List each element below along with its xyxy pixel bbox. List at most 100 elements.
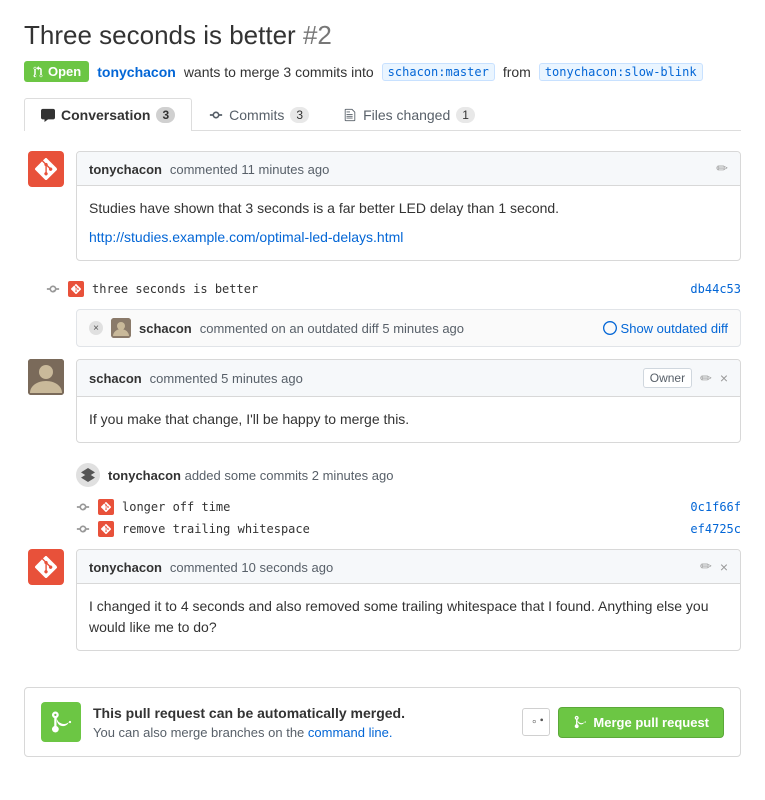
avatar-wrap-3 — [24, 549, 68, 585]
merge-dropdown-icon — [529, 715, 543, 729]
merge-actions: Merge pull request — [522, 707, 724, 738]
timeline: tonychacon commented 11 minutes ago ✏ St… — [24, 151, 741, 667]
comment-body-3: I changed it to 4 seconds and also remov… — [77, 584, 740, 650]
pr-meta-from: from — [503, 64, 531, 80]
edit-icon-2[interactable]: ✏ — [700, 370, 712, 387]
comment-time-2: commented 5 minutes ago — [150, 371, 303, 386]
close-icon-3[interactable]: × — [720, 559, 728, 575]
added-commit-sha-1[interactable]: 0c1f66f — [690, 500, 741, 514]
comment-box-3: tonychacon commented 10 seconds ago ✏ × … — [76, 549, 741, 651]
commit-icon-tab — [209, 108, 223, 122]
files-count: 1 — [456, 107, 475, 123]
comment-icon — [41, 108, 55, 122]
outdated-diff-icon — [603, 321, 617, 335]
comment-text-2: If you make that change, I'll be happy t… — [89, 409, 728, 430]
added-commit-row-2: remove trailing whitespace ef4725c — [76, 521, 741, 537]
comment-author-1[interactable]: tonychacon — [89, 162, 162, 177]
merge-subtitle: You can also merge branches on the comma… — [93, 725, 392, 740]
target-branch[interactable]: schacon:master — [382, 63, 495, 81]
commits-added-header: tonychacon added some commits 2 minutes … — [76, 463, 393, 487]
pr-meta: Open tonychacon wants to merge 3 commits… — [24, 61, 741, 82]
edit-icon-3[interactable]: ✏ — [700, 558, 712, 575]
merge-text: This pull request can be automatically m… — [93, 705, 510, 740]
avatar-schacon — [28, 359, 64, 395]
comment-header-3: tonychacon commented 10 seconds ago ✏ × — [77, 550, 740, 584]
stack-icon — [81, 468, 95, 482]
git-diamond-1 — [71, 284, 81, 294]
status-badge: Open — [24, 61, 89, 82]
command-line-link[interactable]: command line. — [308, 725, 393, 740]
outdated-x-icon[interactable]: × — [89, 321, 103, 335]
comment-header-1: tonychacon commented 11 minutes ago ✏ — [77, 152, 740, 186]
title-text: Three seconds is better — [24, 20, 296, 50]
comment-time-3: commented 10 seconds ago — [170, 560, 333, 575]
commit-row-1: three seconds is better db44c53 — [46, 281, 741, 297]
comment-body-1: Studies have shown that 3 seconds is a f… — [77, 186, 740, 260]
page-title: Three seconds is better #2 — [24, 20, 741, 51]
commit-msg-1: three seconds is better — [92, 282, 258, 296]
avatar-wrap-2 — [24, 359, 68, 395]
outdated-left: × schacon commented on an outdated diff … — [89, 318, 464, 338]
source-branch[interactable]: tonychacon:slow-blink — [539, 63, 703, 81]
commit-mini-icon-1 — [46, 282, 60, 296]
avatar-wrap-1 — [24, 151, 68, 187]
commits-added-text: tonychacon added some commits 2 minutes … — [108, 468, 393, 483]
close-icon-2[interactable]: × — [720, 370, 728, 386]
comment-box-1: tonychacon commented 11 minutes ago ✏ St… — [76, 151, 741, 261]
commits-count: 3 — [290, 107, 309, 123]
avatar-tonychacon-1 — [28, 151, 64, 187]
commit-mini-icon-2 — [76, 500, 90, 514]
tab-commits[interactable]: Commits 3 — [192, 98, 326, 131]
pr-author[interactable]: tonychacon — [97, 64, 176, 80]
merge-title: This pull request can be automatically m… — [93, 705, 510, 721]
comment-author-2[interactable]: schacon — [89, 371, 142, 386]
merge-options-button[interactable] — [522, 708, 550, 736]
merge-pull-request-button[interactable]: Merge pull request — [558, 707, 724, 738]
comment-meta-3: tonychacon commented 10 seconds ago — [89, 559, 333, 575]
git-diamond-2 — [101, 502, 111, 512]
comment-box-2: schacon commented 5 minutes ago Owner ✏ … — [76, 359, 741, 443]
comment-header-2: schacon commented 5 minutes ago Owner ✏ … — [77, 360, 740, 397]
tabs: Conversation 3 Commits 3 Files changed 1 — [24, 98, 741, 131]
added-commit-msg-1: longer off time — [122, 500, 230, 514]
merge-icon — [49, 710, 73, 734]
show-outdated-link[interactable]: Show outdated diff — [603, 321, 728, 336]
git-mini-icon-1 — [68, 281, 84, 297]
git-mini-icon-2 — [98, 499, 114, 515]
commit-sha-1[interactable]: db44c53 — [690, 282, 741, 296]
pr-meta-wants: wants to merge 3 commits into — [184, 64, 374, 80]
schacon-avatar-small — [111, 318, 131, 338]
timeline-item-comment2: schacon commented 5 minutes ago Owner ✏ … — [24, 359, 741, 443]
comment-text-3: I changed it to 4 seconds and also remov… — [89, 596, 728, 638]
git-diamond-3 — [101, 524, 111, 534]
issue-number: #2 — [303, 20, 332, 50]
comment-link-1[interactable]: http://studies.example.com/optimal-led-d… — [89, 229, 403, 245]
tab-files-changed[interactable]: Files changed 1 — [326, 98, 492, 131]
added-commit-sha-2[interactable]: ef4725c — [690, 522, 741, 536]
comment-text-1: Studies have shown that 3 seconds is a f… — [89, 198, 728, 219]
comment-actions-1: ✏ — [716, 160, 728, 177]
comment-body-2: If you make that change, I'll be happy t… — [77, 397, 740, 442]
added-commit-row-1: longer off time 0c1f66f — [76, 499, 741, 515]
timeline-item-comment1: tonychacon commented 11 minutes ago ✏ St… — [24, 151, 741, 261]
schacon-avatar-large — [28, 359, 64, 395]
merge-box: This pull request can be automatically m… — [24, 687, 741, 757]
comment-meta-1: tonychacon commented 11 minutes ago — [89, 161, 329, 177]
timeline-item-comment3: tonychacon commented 10 seconds ago ✏ × … — [24, 549, 741, 651]
outdated-diff-row: × schacon commented on an outdated diff … — [76, 309, 741, 347]
added-commit-msg-2: remove trailing whitespace — [122, 522, 310, 536]
outdated-text: commented on an outdated diff 5 minutes … — [200, 321, 464, 336]
outdated-author: schacon — [139, 321, 192, 336]
merge-btn-label: Merge pull request — [593, 715, 709, 730]
commits-added-icon — [76, 463, 100, 487]
commit-mini-icon-3 — [76, 522, 90, 536]
comment-actions-3: ✏ × — [700, 558, 728, 575]
avatar-tonychacon-3 — [28, 549, 64, 585]
comment-actions-2: Owner ✏ × — [643, 368, 728, 388]
file-icon-tab — [343, 108, 357, 122]
comment-author-3[interactable]: tonychacon — [89, 560, 162, 575]
edit-icon-1[interactable]: ✏ — [716, 160, 728, 177]
commits-added-section: tonychacon added some commits 2 minutes … — [76, 463, 741, 493]
merge-icon-wrap — [41, 702, 81, 742]
tab-conversation[interactable]: Conversation 3 — [24, 98, 192, 131]
